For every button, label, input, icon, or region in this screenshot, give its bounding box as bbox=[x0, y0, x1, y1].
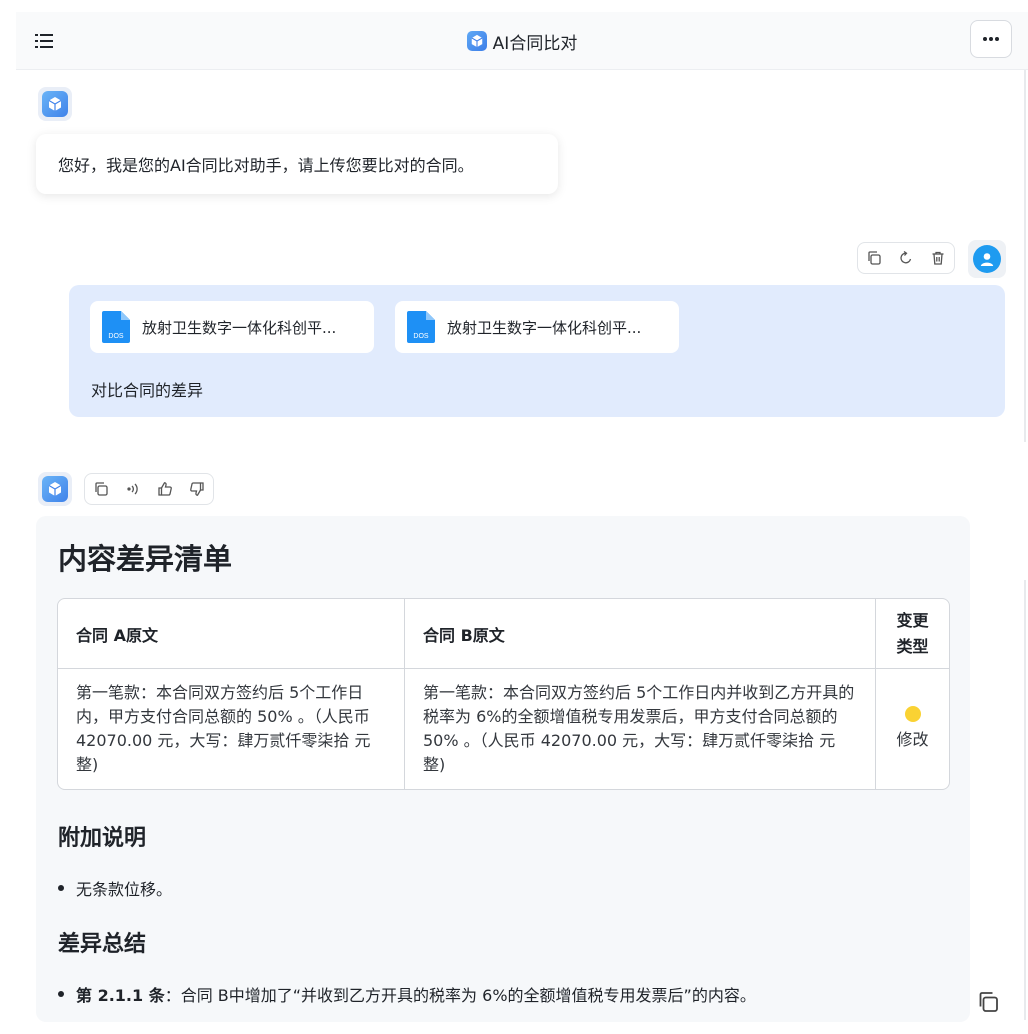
refresh-icon bbox=[900, 250, 912, 264]
list-item: 第 2.1.1 条：合同 B中增加了“并收到乙方开具的税率为 6%的全额增值税专… bbox=[58, 982, 756, 1006]
user-message-bubble: DOS 放射卫生数字一体化科创平... DOS 放射卫生数字一体化科创平... … bbox=[69, 285, 1005, 417]
bot-cube-icon bbox=[42, 476, 68, 502]
list-item: 无条款位移。 bbox=[58, 876, 172, 900]
bot-answer-actions bbox=[84, 473, 214, 505]
dislike-button[interactable] bbox=[181, 474, 213, 504]
app-logo-icon bbox=[466, 31, 487, 51]
file-name: 放射卫生数字一体化科创平... bbox=[142, 318, 337, 337]
file-card[interactable]: DOS 放射卫生数字一体化科创平... bbox=[395, 301, 679, 353]
summary-title: 差异总结 bbox=[58, 932, 147, 957]
delete-button[interactable] bbox=[922, 243, 954, 273]
svg-text:DOS: DOS bbox=[108, 333, 124, 340]
more-button[interactable] bbox=[970, 20, 1012, 58]
status-dot bbox=[904, 706, 921, 722]
bot-cube-icon bbox=[42, 91, 68, 117]
summary-text: ：合同 B中增加了“并收到乙方开具的税率为 6%的全额增值税专用发票后”的内容。 bbox=[164, 986, 756, 1005]
copy-button[interactable] bbox=[85, 474, 117, 504]
more-horizontal-icon bbox=[983, 37, 999, 41]
user-icon bbox=[973, 245, 1001, 273]
bot-greeting-text: 您好，我是您的AI合同比对助手，请上传您要比对的合同。 bbox=[58, 156, 474, 175]
doc-file-icon: DOS bbox=[102, 311, 130, 343]
thumbs-up-icon bbox=[158, 482, 172, 496]
regenerate-button[interactable] bbox=[890, 243, 922, 273]
notes-title: 附加说明 bbox=[58, 826, 147, 851]
summary-clause: 第 2.1.1 条 bbox=[76, 986, 165, 1005]
like-button[interactable] bbox=[149, 474, 181, 504]
file-card[interactable]: DOS 放射卫生数字一体化科创平... bbox=[90, 301, 374, 353]
copy-icon bbox=[95, 482, 108, 496]
speaker-icon bbox=[127, 483, 138, 495]
copy-icon bbox=[979, 992, 998, 1012]
change-type-label: 修改 bbox=[896, 730, 929, 749]
read-aloud-button[interactable] bbox=[117, 474, 149, 504]
copy-icon bbox=[868, 251, 881, 265]
file-name: 放射卫生数字一体化科创平... bbox=[447, 318, 642, 337]
cell-change-type: 修改 bbox=[875, 669, 949, 789]
copy-button[interactable] bbox=[858, 243, 890, 273]
col-header-contract-b: 合同 B原文 bbox=[404, 599, 875, 669]
doc-file-icon: DOS bbox=[407, 311, 435, 343]
scrollbar-track[interactable] bbox=[1024, 580, 1026, 1020]
bot-greeting-bubble: 您好，我是您的AI合同比对助手，请上传您要比对的合同。 bbox=[36, 134, 558, 194]
user-avatar bbox=[968, 240, 1006, 278]
user-message-text: 对比合同的差异 bbox=[91, 381, 204, 400]
table-header-row: 合同 A原文 合同 B原文 变更类型 bbox=[58, 599, 949, 669]
bot-avatar bbox=[38, 87, 72, 121]
header-title-wrap: AI合同比对 bbox=[16, 12, 1028, 70]
diff-table: 合同 A原文 合同 B原文 变更类型 第一笔款：本合同双方签约后 5个工作日内，… bbox=[57, 598, 950, 790]
cell-contract-a: 第一笔款：本合同双方签约后 5个工作日内，甲方支付合同总额的 50% 。（人民币… bbox=[76, 683, 371, 774]
col-header-contract-a: 合同 A原文 bbox=[58, 599, 404, 669]
bot-answer-card: 内容差异清单 合同 A原文 合同 B原文 变更类型 第一笔款：本合同双方签约后 … bbox=[36, 516, 970, 1022]
app-header: AI合同比对 bbox=[16, 12, 1028, 70]
cell-contract-b: 第一笔款：本合同双方签约后 5个工作日内并收到乙方开具的税率为 6%的全额增值税… bbox=[404, 669, 875, 789]
svg-text:DOS: DOS bbox=[413, 333, 429, 340]
thumbs-down-icon bbox=[190, 482, 204, 496]
scrollbar-track[interactable] bbox=[1024, 70, 1026, 442]
table-row: 第一笔款：本合同双方签约后 5个工作日内，甲方支付合同总额的 50% 。（人民币… bbox=[58, 669, 949, 789]
user-message-actions bbox=[857, 242, 955, 274]
trash-icon bbox=[932, 251, 944, 265]
bot-avatar bbox=[38, 472, 72, 506]
col-header-change-type: 变更类型 bbox=[875, 599, 949, 669]
page-title: AI合同比对 bbox=[492, 33, 578, 54]
answer-heading: 内容差异清单 bbox=[58, 542, 233, 576]
copy-answer-button[interactable] bbox=[976, 990, 1000, 1014]
